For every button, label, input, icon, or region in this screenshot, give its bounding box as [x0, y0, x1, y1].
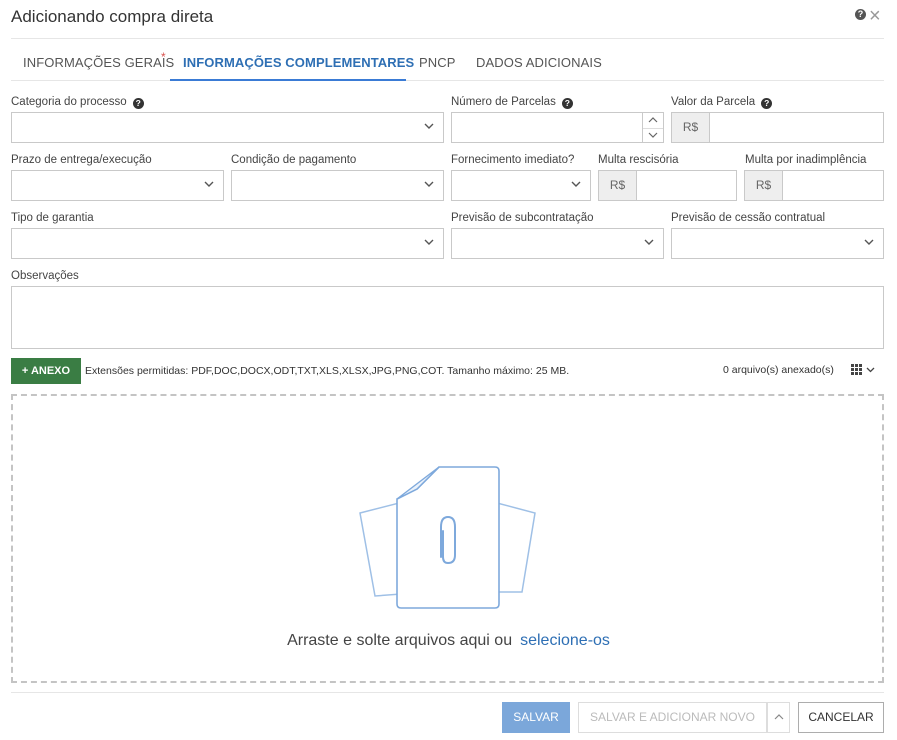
numero-parcelas-input[interactable] — [451, 112, 664, 143]
view-mode-toggle[interactable] — [850, 363, 878, 377]
categoria-select[interactable] — [11, 112, 444, 143]
header-divider — [11, 38, 884, 39]
chevron-down-icon — [571, 181, 581, 187]
chevron-down-icon — [864, 239, 874, 245]
chevron-down-icon — [644, 239, 654, 245]
condicao-label: Condição de pagamento — [231, 154, 357, 166]
save-options-dropdown[interactable] — [767, 702, 790, 733]
add-attachment-button[interactable]: + ANEXO — [11, 358, 81, 384]
chevron-down-icon — [424, 181, 434, 187]
garantia-select[interactable] — [11, 228, 444, 259]
help-icon[interactable]: ? — [855, 9, 866, 20]
condicao-select[interactable] — [231, 170, 444, 201]
tab-informacoes-gerais[interactable]: INFORMAÇÕES GERAIS — [23, 55, 174, 70]
currency-prefix: R$ — [599, 171, 637, 200]
fornecimento-label: Fornecimento imediato? — [451, 154, 575, 166]
spin-down-icon[interactable] — [643, 127, 663, 143]
multa-inadimplencia-label: Multa por inadimplência — [745, 154, 867, 166]
tab-pncp[interactable]: PNCP — [419, 55, 456, 70]
attachment-count: 0 arquivo(s) anexado(s) — [723, 364, 834, 376]
close-icon[interactable]: × — [869, 6, 881, 26]
cessao-select[interactable] — [671, 228, 884, 259]
save-button[interactable]: SALVAR — [502, 702, 570, 733]
dropzone-instruction: Arraste e solte arquivos aqui ou — [287, 632, 513, 649]
cancel-button[interactable]: CANCELAR — [798, 702, 884, 733]
dialog-title: Adicionando compra direta — [11, 7, 214, 26]
spin-up-icon[interactable] — [643, 113, 663, 128]
grid-view-icon — [851, 364, 875, 375]
valor-parcela-label: Valor da Parcela? — [671, 96, 773, 109]
help-icon[interactable]: ? — [132, 98, 144, 109]
chevron-up-icon — [774, 714, 783, 720]
subcontratacao-select[interactable] — [451, 228, 664, 259]
tab-dados-adicionais[interactable]: DADOS ADICIONAIS — [476, 55, 602, 70]
number-spinner[interactable] — [642, 113, 663, 142]
categoria-label: Categoria do processo? — [11, 96, 144, 109]
required-marker: * — [161, 50, 166, 64]
subcontratacao-label: Previsão de subcontratação — [451, 212, 594, 224]
numero-parcelas-label: Número de Parcelas? — [451, 96, 573, 109]
fornecimento-select[interactable] — [451, 170, 591, 201]
chevron-down-icon — [204, 181, 214, 187]
garantia-label: Tipo de garantia — [11, 212, 94, 224]
dropzone-text: Arraste e solte arquivos aqui ou selecion… — [0, 632, 897, 650]
prazo-label: Prazo de entrega/execução — [11, 154, 152, 166]
multa-inadimplencia-input[interactable]: R$ — [744, 170, 884, 201]
observacoes-label: Observações — [11, 270, 79, 282]
help-icon[interactable]: ? — [561, 98, 573, 109]
valor-parcela-input[interactable]: R$ — [671, 112, 884, 143]
active-tab-indicator — [170, 79, 406, 81]
tab-informacoes-complementares[interactable]: INFORMAÇÕES COMPLEMENTARES — [183, 55, 414, 70]
help-icon[interactable]: ? — [761, 98, 773, 109]
prazo-select[interactable] — [11, 170, 224, 201]
chevron-down-icon — [424, 239, 434, 245]
allowed-extensions-text: Extensões permitidas: PDF,DOC,DOCX,ODT,T… — [85, 365, 570, 377]
multa-rescisoria-input[interactable]: R$ — [598, 170, 737, 201]
footer-divider — [11, 692, 884, 693]
save-and-add-button[interactable]: SALVAR E ADICIONAR NOVO — [578, 702, 767, 733]
cessao-label: Previsão de cessão contratual — [671, 212, 826, 224]
file-upload-icon — [359, 466, 536, 609]
observacoes-textarea[interactable] — [11, 286, 884, 349]
select-files-link[interactable]: selecione-os — [520, 632, 610, 649]
chevron-down-icon — [424, 123, 434, 129]
currency-prefix: R$ — [745, 171, 783, 200]
multa-rescisoria-label: Multa rescisória — [598, 154, 679, 166]
tabs-divider — [11, 80, 884, 81]
currency-prefix: R$ — [672, 113, 710, 142]
